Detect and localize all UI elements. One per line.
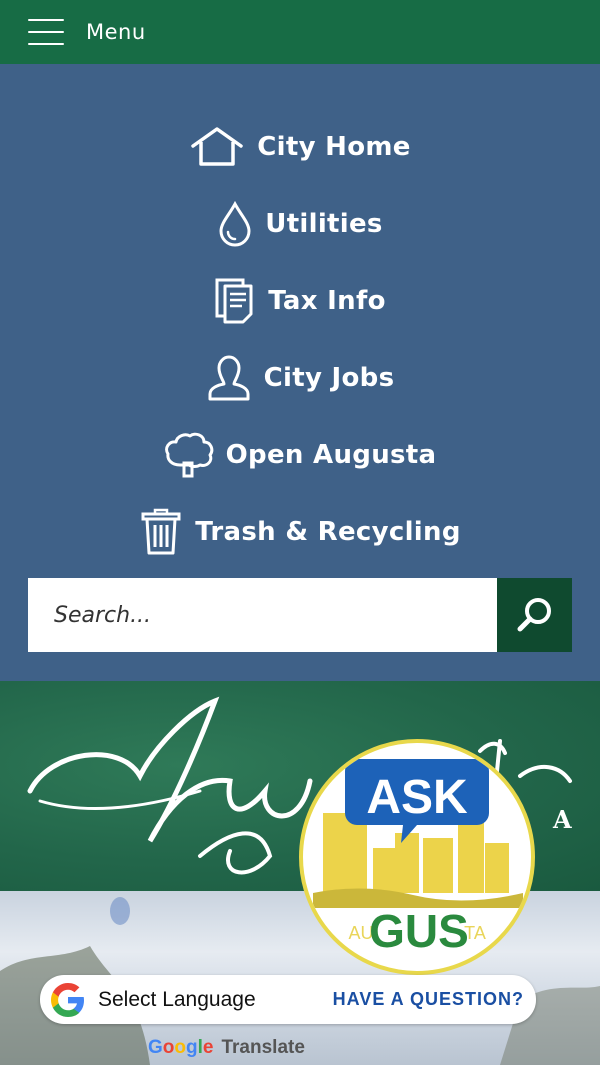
hamburger-menu-icon[interactable] — [28, 19, 64, 45]
nav-item-open-augusta[interactable]: Open Augusta — [0, 416, 600, 493]
search-input[interactable] — [28, 578, 497, 652]
nav-item-label: Tax Info — [268, 285, 386, 316]
water-drop-icon — [219, 200, 251, 246]
select-language-label[interactable]: Select Language — [98, 988, 256, 1012]
have-a-question-label[interactable]: HAVE A QUESTION? — [333, 989, 524, 1010]
search-icon — [517, 598, 551, 632]
search-button[interactable] — [497, 578, 572, 652]
powered-by-google-translate: G o o g l e Translate — [148, 1036, 305, 1060]
ask-gus-logo: ASK AU GUS TA — [313, 759, 523, 957]
nav-item-trash-recycling[interactable]: Trash & Recycling — [0, 493, 600, 570]
person-icon — [208, 355, 250, 400]
menu-label[interactable]: Menu — [86, 20, 146, 44]
ta-text: TA — [464, 923, 486, 943]
ask-text: ASK — [366, 771, 468, 824]
document-icon — [215, 278, 253, 323]
ask-gus-badge[interactable]: ASK AU GUS TA — [299, 739, 535, 975]
nav-item-tax-info[interactable]: Tax Info — [0, 262, 600, 339]
nav-item-utilities[interactable]: Utilities — [0, 185, 600, 262]
translate-label: Translate — [221, 1037, 305, 1058]
trash-can-icon — [141, 508, 181, 554]
nav-item-label: Utilities — [265, 208, 383, 239]
google-g-icon — [51, 982, 84, 1017]
google-letter: o — [162, 1037, 175, 1058]
google-letter: o — [174, 1037, 186, 1058]
banner-state-letter: A — [553, 805, 572, 834]
nav-item-city-jobs[interactable]: City Jobs — [0, 339, 600, 416]
google-letter: G — [148, 1037, 163, 1058]
nav-item-label: Open Augusta — [225, 439, 437, 470]
nav-list: City Home Utilities Tax Info City Jobs O… — [0, 108, 600, 570]
nav-item-city-home[interactable]: City Home — [0, 108, 600, 185]
google-letter: e — [202, 1037, 214, 1058]
language-selector[interactable]: Select Language HAVE A QUESTION? — [40, 975, 536, 1024]
top-bar: Menu — [0, 0, 600, 64]
search-bar — [28, 578, 572, 652]
nav-item-label: Trash & Recycling — [195, 516, 461, 547]
house-icon — [191, 126, 243, 166]
tree-icon — [164, 432, 213, 477]
nav-item-label: City Home — [257, 131, 411, 162]
gus-text: GUS — [369, 905, 469, 957]
nav-panel: City Home Utilities Tax Info City Jobs O… — [0, 64, 600, 681]
google-letter: g — [186, 1037, 198, 1058]
nav-item-label: City Jobs — [263, 362, 395, 393]
